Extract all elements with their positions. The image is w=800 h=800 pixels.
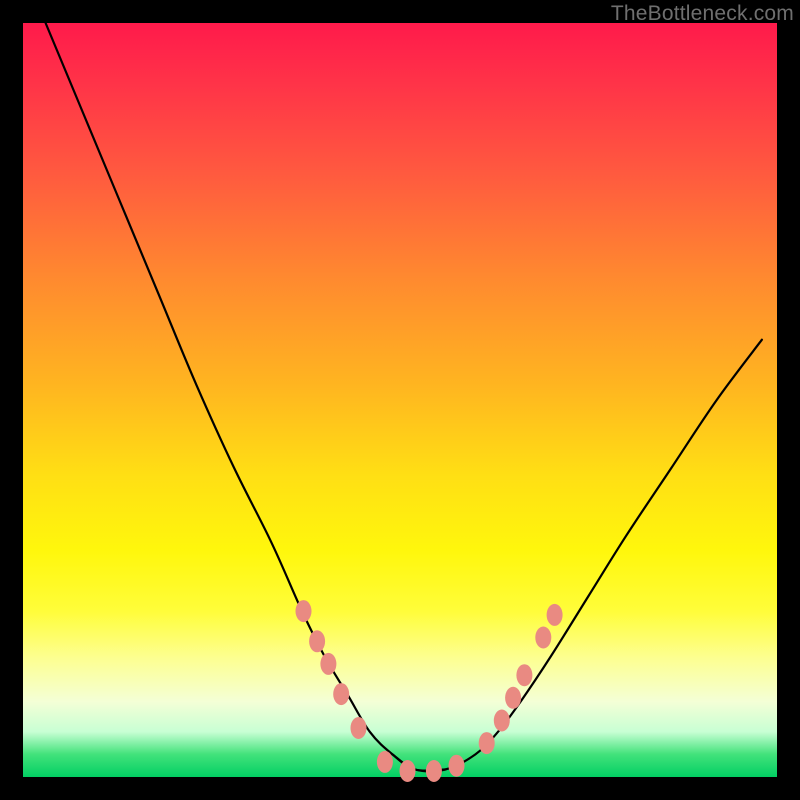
highlight-dot — [400, 760, 416, 782]
highlight-dot — [535, 627, 551, 649]
chart-frame: TheBottleneck.com — [0, 0, 800, 800]
highlight-dot — [351, 717, 367, 739]
highlight-dot — [333, 683, 349, 705]
curve-left-segment — [46, 23, 446, 771]
chart-svg — [23, 23, 777, 777]
bottleneck-curve — [46, 23, 762, 772]
highlight-dot — [547, 604, 563, 626]
highlight-dots — [296, 600, 563, 782]
highlight-dot — [449, 755, 465, 777]
highlight-dot — [516, 664, 532, 686]
watermark-label: TheBottleneck.com — [611, 2, 794, 26]
highlight-dot — [505, 687, 521, 709]
highlight-dot — [296, 600, 312, 622]
highlight-dot — [309, 630, 325, 652]
highlight-dot — [320, 653, 336, 675]
highlight-dot — [494, 710, 510, 732]
highlight-dot — [479, 732, 495, 754]
chart-plot-area — [23, 23, 777, 777]
curve-right-segment — [393, 340, 762, 772]
highlight-dot — [377, 751, 393, 773]
highlight-dot — [426, 760, 442, 782]
